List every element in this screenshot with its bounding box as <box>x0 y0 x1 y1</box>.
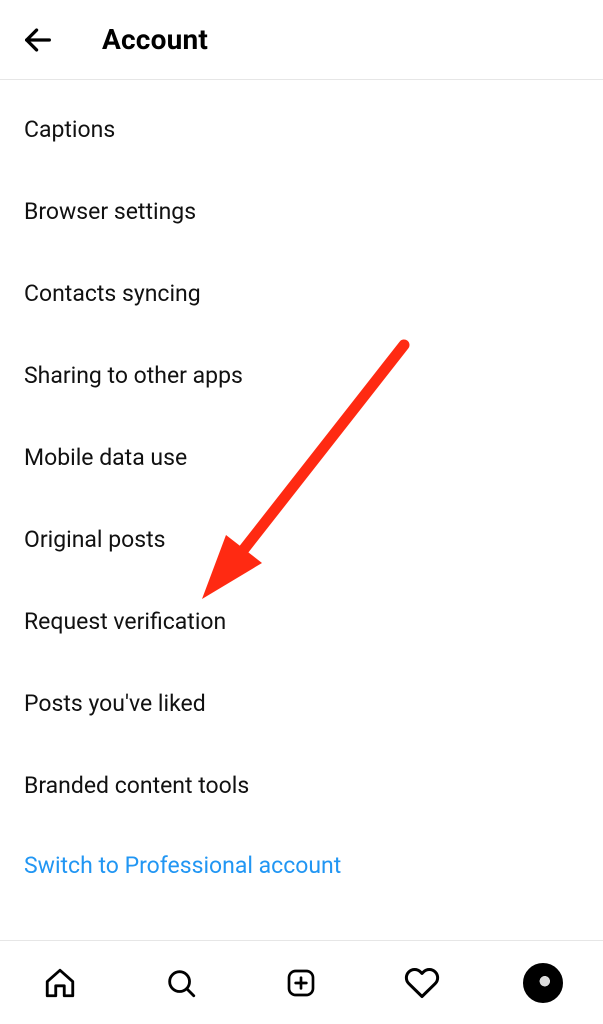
back-arrow-icon[interactable] <box>18 20 58 60</box>
settings-item-mobile-data[interactable]: Mobile data use <box>24 416 579 498</box>
settings-item-original-posts[interactable]: Original posts <box>24 498 579 580</box>
plus-square-icon <box>285 967 317 999</box>
settings-item-label: Browser settings <box>24 198 196 225</box>
settings-item-request-verification[interactable]: Request verification <box>24 580 579 662</box>
avatar-icon <box>523 963 563 1003</box>
home-icon <box>43 966 77 1000</box>
nav-search-button[interactable] <box>159 961 203 1005</box>
settings-item-label: Original posts <box>24 526 166 553</box>
settings-item-browser-settings[interactable]: Browser settings <box>24 170 579 252</box>
settings-item-label: Request verification <box>24 608 226 635</box>
settings-item-label: Contacts syncing <box>24 280 201 307</box>
nav-profile-button[interactable] <box>521 961 565 1005</box>
nav-activity-button[interactable] <box>400 961 444 1005</box>
bottom-nav <box>0 940 603 1024</box>
settings-item-label: Branded content tools <box>24 772 249 799</box>
account-settings-list: Captions Browser settings Contacts synci… <box>0 80 603 904</box>
settings-item-label: Mobile data use <box>24 444 187 471</box>
nav-new-post-button[interactable] <box>279 961 323 1005</box>
switch-professional-account-link[interactable]: Switch to Professional account <box>24 826 579 904</box>
settings-item-branded-content[interactable]: Branded content tools <box>24 744 579 826</box>
settings-item-sharing-apps[interactable]: Sharing to other apps <box>24 334 579 416</box>
account-header: Account <box>0 0 603 80</box>
search-icon <box>164 966 198 1000</box>
switch-account-label: Switch to Professional account <box>24 852 341 879</box>
settings-item-label: Sharing to other apps <box>24 362 243 389</box>
settings-item-captions[interactable]: Captions <box>24 88 579 170</box>
nav-home-button[interactable] <box>38 961 82 1005</box>
settings-item-label: Posts you've liked <box>24 690 206 717</box>
settings-item-label: Captions <box>24 116 115 143</box>
page-title: Account <box>102 23 208 56</box>
settings-item-liked-posts[interactable]: Posts you've liked <box>24 662 579 744</box>
settings-item-contacts-syncing[interactable]: Contacts syncing <box>24 252 579 334</box>
heart-icon <box>404 965 440 1001</box>
